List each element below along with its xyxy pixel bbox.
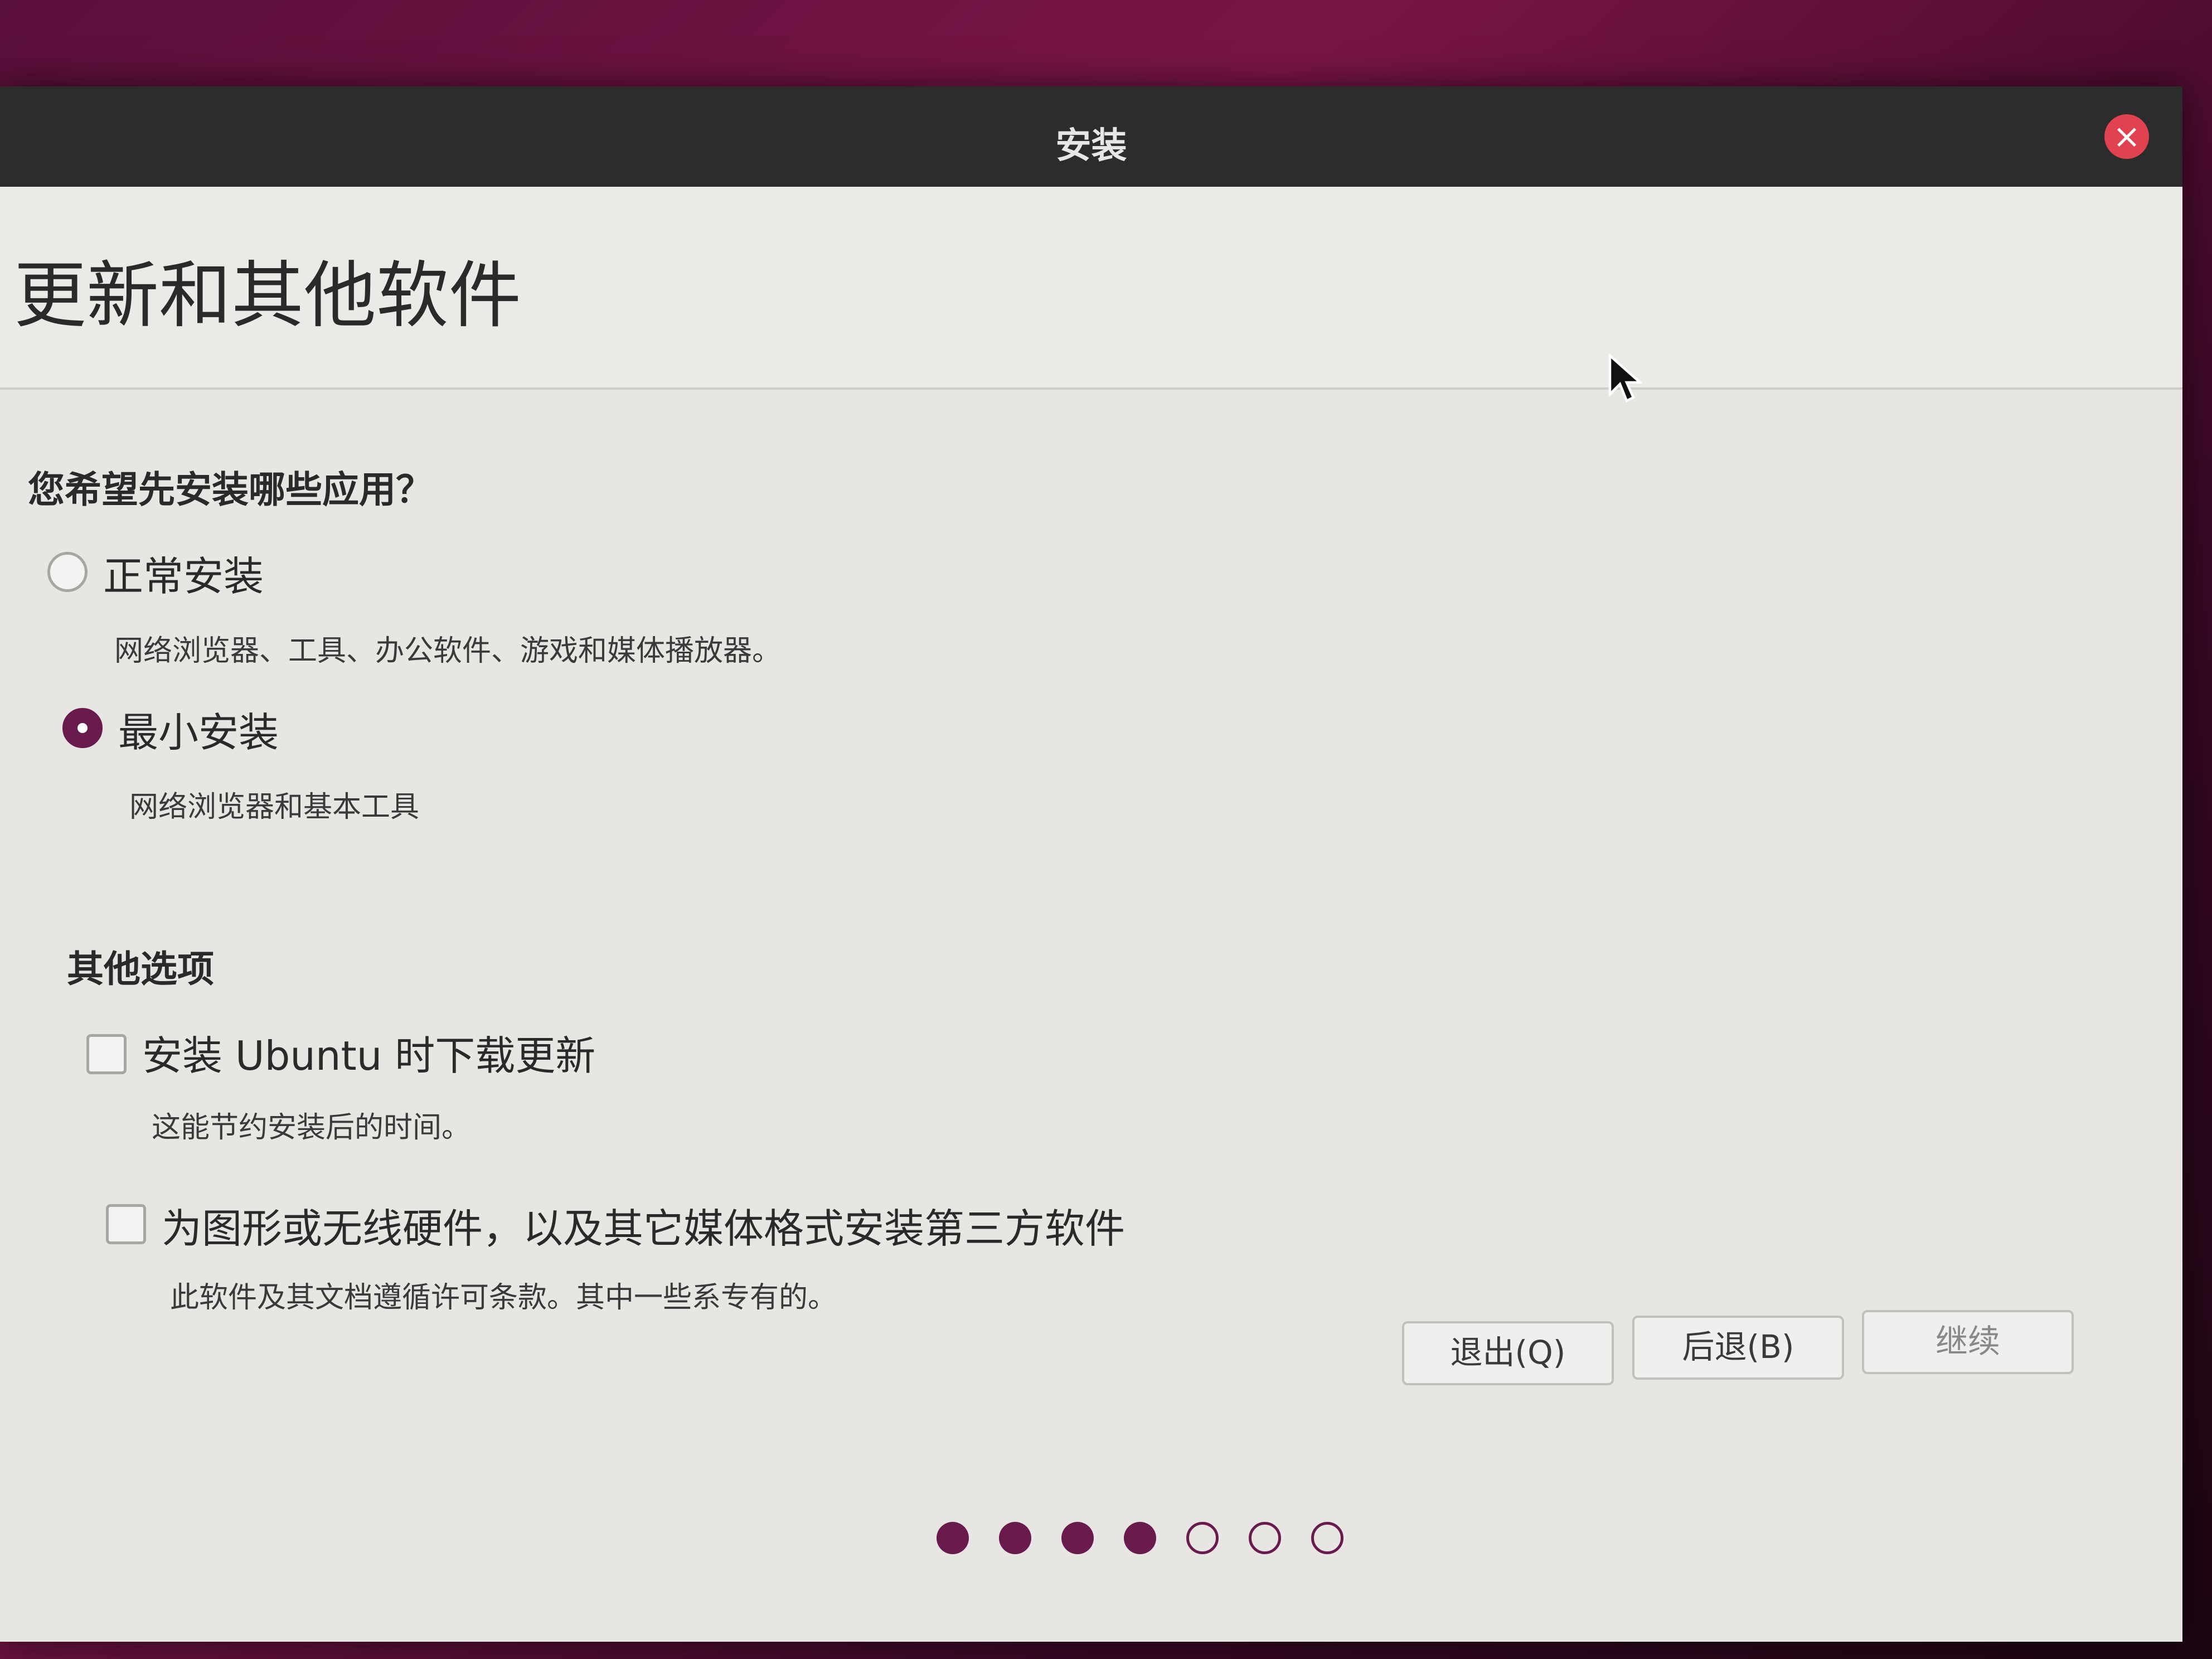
step-dot-3 bbox=[1061, 1522, 1094, 1554]
close-icon: × bbox=[2112, 117, 2141, 156]
normal-install-radio[interactable] bbox=[47, 552, 88, 592]
download-updates-description: 这能节约安装后的时间。 bbox=[152, 1111, 471, 1144]
main-content: 您希望先安装哪些应用？ 正常安装 网络浏览器、工具、办公软件、游戏和媒体播放器。… bbox=[0, 390, 2182, 1642]
step-dot-5 bbox=[1186, 1522, 1219, 1554]
third-party-software-label[interactable]: 为图形或无线硬件，以及其它媒体格式安装第三方软件 bbox=[162, 1196, 1125, 1254]
third-party-software-checkbox[interactable] bbox=[106, 1204, 146, 1244]
installer-window: 安装 × 更新和其他软件 您希望先安装哪些应用？ 正常安装 网络浏览器、工具、办… bbox=[0, 86, 2182, 1642]
minimal-install-label[interactable]: 最小安装 bbox=[118, 700, 279, 758]
download-updates-checkbox[interactable] bbox=[86, 1034, 127, 1074]
other-options-title: 其他选项 bbox=[67, 948, 214, 991]
normal-install-description: 网络浏览器、工具、办公软件、游戏和媒体播放器。 bbox=[114, 634, 782, 668]
page-title: 更新和其他软件 bbox=[14, 253, 522, 338]
step-dot-1 bbox=[937, 1522, 969, 1554]
close-button[interactable]: × bbox=[2104, 114, 2149, 159]
step-dot-2 bbox=[999, 1522, 1031, 1554]
download-updates-label[interactable]: 安装 Ubuntu 时下载更新 bbox=[142, 1023, 595, 1081]
window-title: 安装 bbox=[1055, 125, 1127, 167]
step-dot-4 bbox=[1124, 1522, 1156, 1554]
minimal-install-radio[interactable] bbox=[62, 708, 103, 748]
step-dot-6 bbox=[1249, 1522, 1281, 1554]
title-bar: 安装 × bbox=[0, 86, 2182, 187]
continue-button[interactable]: 继续 bbox=[1862, 1310, 2074, 1374]
step-progress-indicator bbox=[937, 1522, 1360, 1566]
quit-button[interactable]: 退出(Q) bbox=[1402, 1321, 1614, 1385]
install-type-question: 您希望先安装哪些应用？ bbox=[28, 468, 433, 511]
third-party-software-description: 此软件及其文档遵循许可条款。其中一些系专有的。 bbox=[170, 1281, 837, 1314]
step-dot-7 bbox=[1311, 1522, 1343, 1554]
page-header: 更新和其他软件 bbox=[0, 187, 2182, 403]
desktop-background: 安装 × 更新和其他软件 您希望先安装哪些应用？ 正常安装 网络浏览器、工具、办… bbox=[0, 0, 2212, 1659]
back-button[interactable]: 后退(B) bbox=[1632, 1316, 1844, 1380]
normal-install-label[interactable]: 正常安装 bbox=[103, 544, 264, 602]
minimal-install-description: 网络浏览器和基本工具 bbox=[129, 790, 420, 824]
